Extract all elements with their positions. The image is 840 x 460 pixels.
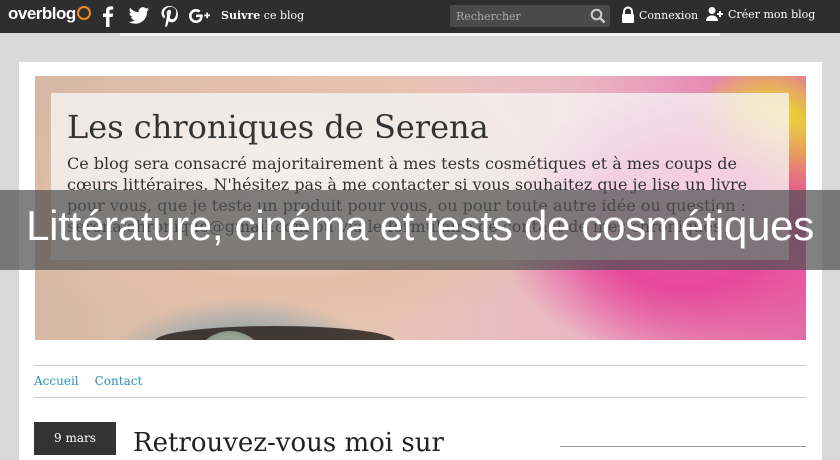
main-nav: Accueil Contact [34, 374, 142, 388]
search-icon[interactable] [590, 8, 606, 24]
top-bar: overblog Suivre ce blog Connexion [0, 0, 840, 33]
logo-ring-icon [76, 6, 91, 20]
google-plus-icon[interactable] [188, 5, 212, 27]
facebook-icon[interactable] [100, 5, 116, 27]
logo-over: over [8, 4, 42, 23]
create-blog-label: Créer mon blog [728, 7, 816, 21]
tagline-text: Littérature, cinéma et tests de cosmétiq… [26, 202, 814, 249]
twitter-icon[interactable] [128, 5, 150, 27]
sidebar-divider [560, 446, 806, 447]
login-link[interactable]: Connexion [621, 6, 698, 24]
search-box [450, 5, 610, 27]
banner-eyelash [155, 326, 395, 340]
logo-blog: blog [41, 4, 76, 23]
user-add-icon [706, 7, 723, 21]
post-title[interactable]: Retrouvez-vous moi sur [133, 428, 444, 458]
follow-bold: Suivre [221, 9, 261, 22]
follow-blog-link[interactable]: Suivre ce blog [221, 9, 304, 22]
nav-item-contact[interactable]: Contact [95, 374, 143, 388]
pinterest-icon[interactable] [160, 5, 178, 27]
login-label: Connexion [639, 8, 699, 22]
follow-rest: ce blog [260, 9, 305, 22]
blog-title[interactable]: Les chroniques de Serena [67, 108, 489, 146]
search-input[interactable] [450, 5, 585, 27]
overblog-logo[interactable]: overblog [8, 4, 91, 24]
create-blog-link[interactable]: Créer mon blog [706, 6, 815, 22]
top-ribbon [120, 33, 720, 36]
lock-icon [622, 6, 634, 23]
post-date-badge: 9 mars [34, 422, 116, 455]
nav-divider-top [34, 365, 806, 366]
nav-item-accueil[interactable]: Accueil [34, 374, 79, 388]
nav-divider-bottom [34, 397, 806, 398]
